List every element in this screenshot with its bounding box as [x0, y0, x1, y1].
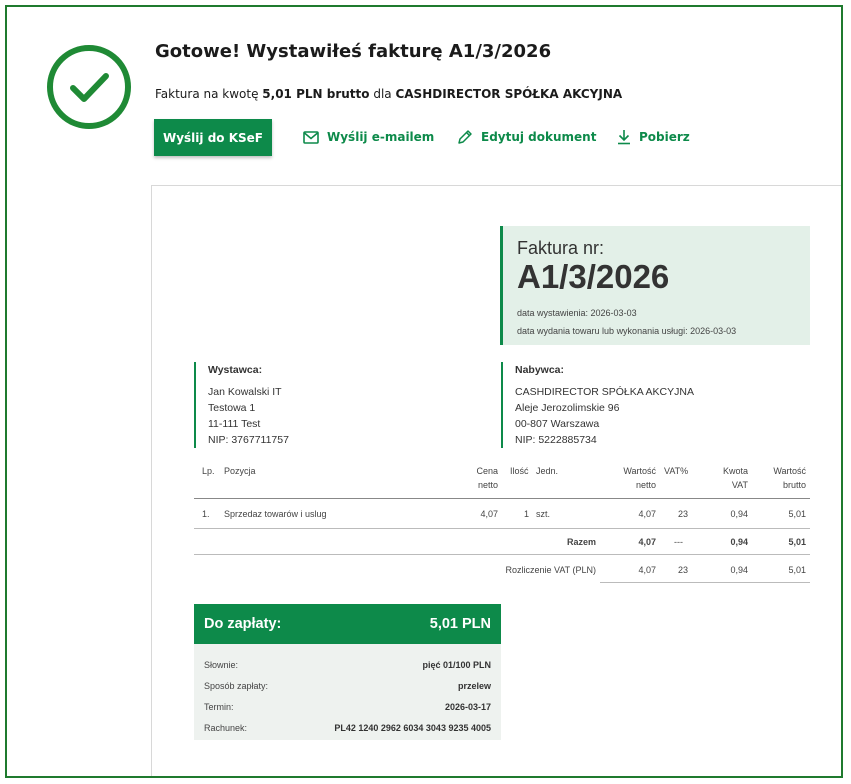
header-vat-amount: Kwota VAT — [704, 464, 748, 492]
header-net-price-line2: netto — [477, 480, 498, 490]
download-icon — [618, 130, 630, 145]
payment-due: 2026-03-17 — [444, 701, 491, 712]
payment-due-row: Termin: 2026-03-17 — [194, 696, 501, 717]
total-vat-rate: --- — [674, 537, 683, 547]
total-vat-amount: 0,94 — [730, 537, 748, 547]
buyer-title: Nabywca: — [515, 364, 565, 376]
header-net-value: Wartość netto — [604, 464, 656, 492]
header-item: Pozycja — [224, 466, 256, 476]
summary-amount: 5,01 PLN brutto — [262, 87, 370, 101]
header-gross: Wartość brutto — [760, 464, 806, 492]
buyer-name: CASHDIRECTOR SPÓŁKA AKCYJNA — [515, 386, 694, 398]
invoice-number-box: Faktura nr: A1/3/2026 data wystawienia: … — [500, 226, 810, 345]
payment-words: pięć 01/100 PLN — [422, 659, 491, 670]
edit-document-label: Edytuj dokument — [481, 130, 597, 144]
buyer-nip: NIP: 5222885734 — [515, 434, 597, 446]
row-divider — [194, 528, 810, 529]
header-vat-rate: VAT% — [664, 466, 689, 476]
row-qty: 1 — [524, 509, 530, 519]
payment-box: Do zapłaty: 5,01 PLN Słownie: pięć 01/100… — [194, 604, 501, 740]
header-vat-amount-line2: VAT — [731, 480, 748, 490]
header-net-value-line1: Wartość — [623, 466, 656, 476]
seller-street: Testowa 1 — [208, 402, 256, 414]
success-panel: Gotowe! Wystawiłeś fakturę A1/3/2026 Fak… — [5, 5, 843, 778]
header-net-price-line1: Cena — [476, 466, 498, 476]
header-lp: Lp. — [202, 466, 215, 476]
invoice-summary: Faktura na kwotę 5,01 PLN brutto dla CAS… — [155, 87, 622, 101]
page-title: Gotowe! Wystawiłeś fakturę A1/3/2026 — [155, 41, 552, 62]
header-divider — [194, 498, 810, 499]
seller-nip: NIP: 3767711757 — [208, 434, 289, 446]
row-vat-amount: 0,94 — [730, 509, 748, 519]
payment-account: PL42 1240 2962 6034 3043 9235 4005 — [334, 722, 491, 733]
delivery-date: data wydania towaru lub wykonania usługi… — [517, 326, 737, 336]
edit-document-link[interactable]: Edytuj dokument — [457, 127, 596, 147]
total-divider — [194, 554, 810, 555]
vat-summary-vat-amount: 0,94 — [730, 565, 748, 575]
row-lp: 1. — [202, 509, 210, 519]
header-gross-line2: brutto — [782, 480, 806, 490]
check-icon — [47, 45, 131, 129]
download-link[interactable]: Pobierz — [617, 127, 690, 147]
envelope-icon — [303, 130, 319, 144]
header-gross-line1: Wartość — [773, 466, 806, 476]
seller-block: Wystawca: Jan Kowalski IT Testowa 1 11-1… — [194, 362, 289, 448]
buyer-block: Nabywca: CASHDIRECTOR SPÓŁKA AKCYJNA Ale… — [501, 362, 694, 448]
vat-summary-label: Rozliczenie VAT (PLN) — [505, 565, 596, 575]
seller-name: Jan Kowalski IT — [208, 386, 282, 398]
vat-summary-vat-rate: 23 — [678, 565, 689, 575]
payment-method-row: Sposób zapłaty: przelew — [194, 675, 501, 696]
invoice-number: A1/3/2026 — [517, 258, 670, 295]
send-ksef-button[interactable]: Wyślij do KSeF — [154, 119, 272, 156]
row-unit: szt. — [536, 509, 551, 519]
payment-due-label: Termin: — [204, 701, 234, 712]
download-label: Pobierz — [639, 130, 690, 144]
payment-words-label: Słownie: — [204, 659, 239, 670]
payment-words-row: Słownie: pięć 01/100 PLN — [194, 654, 501, 675]
vat-summary-net-value: 4,07 — [638, 565, 656, 575]
header-qty: Ilość — [510, 466, 529, 476]
row-net-value: 4,07 — [638, 509, 656, 519]
send-email-label: Wyślij e-mailem — [327, 130, 435, 144]
total-label: Razem — [566, 537, 596, 547]
summary-mid: dla — [369, 87, 396, 101]
vat-summary-gross: 5,01 — [788, 565, 806, 575]
payment-account-row: Rachunek: PL42 1240 2962 6034 3043 9235 4… — [194, 717, 501, 738]
issue-date: data wystawienia: 2026-03-03 — [517, 308, 637, 318]
payment-method: przelew — [457, 680, 491, 691]
payment-account-label: Rachunek: — [204, 722, 248, 733]
payment-title: Do zapłaty: — [204, 616, 282, 632]
seller-city: 11-111 Test — [208, 418, 261, 430]
buyer-city: 00-807 Warszawa — [515, 418, 600, 430]
row-net-price: 4,07 — [480, 509, 498, 519]
buyer-street: Aleje Jerozolimskie 96 — [515, 402, 620, 414]
total-gross: 5,01 — [788, 537, 806, 547]
header-net-price: Cena netto — [454, 464, 498, 492]
row-gross: 5,01 — [788, 509, 806, 519]
row-vat-rate: 23 — [678, 509, 689, 519]
payment-method-label: Sposób zapłaty: — [204, 680, 269, 691]
payment-header: Do zapłaty: 5,01 PLN — [194, 604, 501, 644]
header-net-value-line2: netto — [635, 480, 656, 490]
row-item: Sprzedaz towarów i uslug — [224, 509, 327, 519]
seller-title: Wystawca: — [208, 364, 263, 376]
summary-prefix: Faktura na kwotę — [155, 87, 263, 101]
send-email-link[interactable]: Wyślij e-mailem — [303, 127, 434, 147]
pencil-icon — [458, 130, 472, 144]
payment-amount: 5,01 PLN — [429, 616, 491, 632]
vat-summary-divider — [600, 582, 810, 583]
invoice-preview: Faktura nr: A1/3/2026 data wystawienia: … — [151, 185, 841, 776]
header-unit: Jedn. — [536, 466, 559, 476]
header-vat-amount-line1: Kwota — [722, 466, 748, 476]
total-net-value: 4,07 — [638, 537, 656, 547]
summary-buyer: CASHDIRECTOR SPÓŁKA AKCYJNA — [395, 87, 623, 101]
invoice-label: Faktura nr: — [517, 238, 605, 258]
